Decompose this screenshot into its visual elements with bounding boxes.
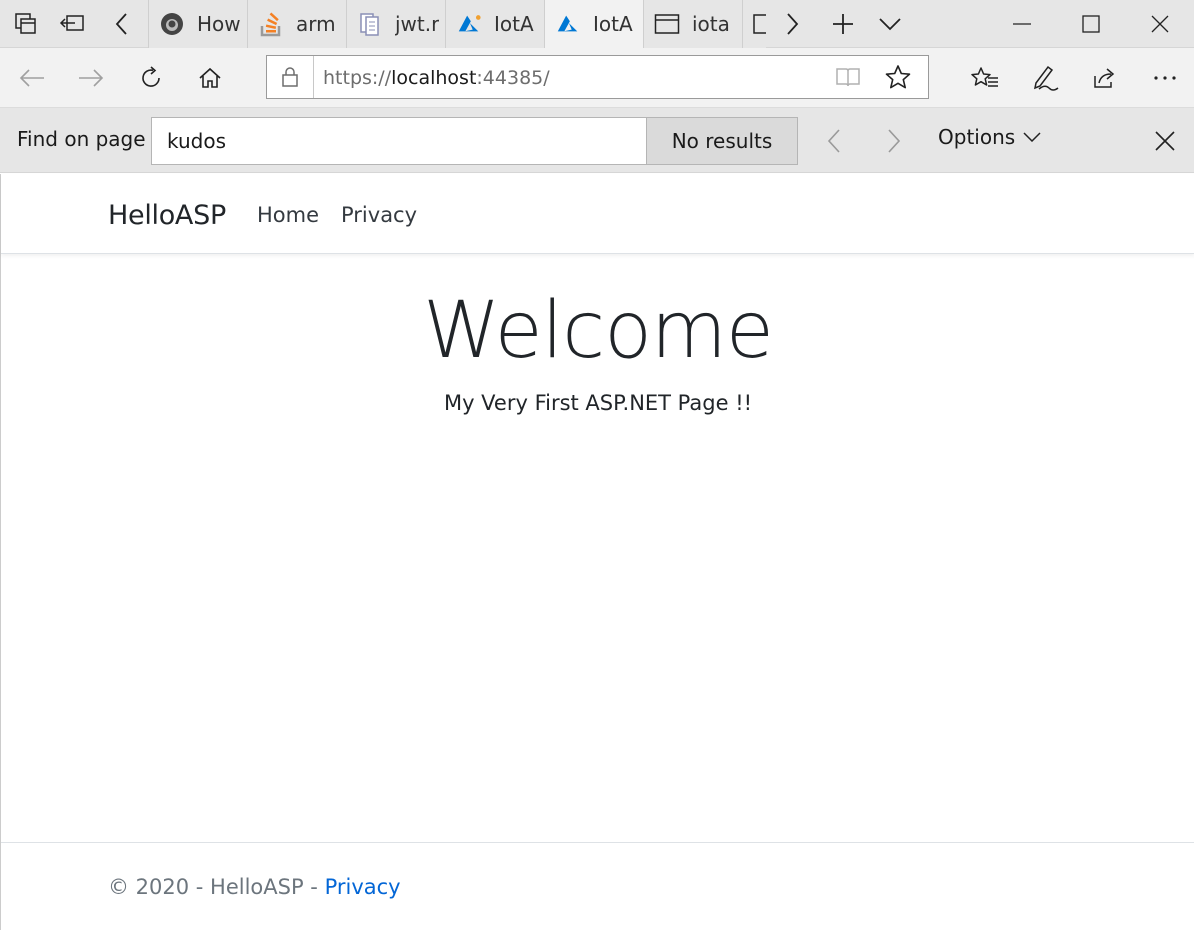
- tab-4[interactable]: IotA: [544, 0, 643, 48]
- tab-label: arm: [296, 12, 336, 36]
- azure-icon: [456, 11, 482, 37]
- find-label: Find on page: [17, 127, 146, 151]
- url-scheme: https://: [323, 67, 392, 89]
- url-text[interactable]: https://localhost:44385/: [323, 67, 550, 89]
- tab-label: IotA: [593, 12, 633, 36]
- web-page: HelloASP Home Privacy Welcome My Very Fi…: [0, 174, 1194, 930]
- azure-icon: [555, 11, 581, 37]
- favorites-hub-icon[interactable]: [960, 48, 1010, 108]
- scroll-tabs-left-icon[interactable]: [100, 0, 144, 48]
- tab-5[interactable]: iota: [643, 0, 742, 48]
- github-icon: [159, 11, 185, 37]
- find-input[interactable]: kudos: [151, 117, 647, 165]
- tab-0[interactable]: How: [148, 0, 247, 48]
- tab-preview-chevron-down-icon[interactable]: [868, 0, 912, 48]
- close-find-bar-icon[interactable]: [1143, 117, 1187, 165]
- find-on-page-bar: Find on page kudos No results Options: [0, 108, 1194, 173]
- minimize-icon[interactable]: [998, 0, 1046, 48]
- page-heading: Welcome: [423, 286, 774, 376]
- home-icon[interactable]: [185, 48, 235, 108]
- find-previous-icon[interactable]: [812, 117, 856, 165]
- stackoverflow-icon: [258, 11, 284, 37]
- nav-link-privacy[interactable]: Privacy: [341, 203, 417, 227]
- site-brand-link[interactable]: HelloASP: [108, 200, 226, 231]
- tab-strip: How arm jwt.r IotA IotA iota: [0, 0, 1194, 48]
- tab-1[interactable]: arm: [247, 0, 346, 48]
- find-options-label: Options: [938, 125, 1016, 149]
- favorite-star-icon[interactable]: [885, 64, 911, 90]
- footer-copyright: © 2020 - HelloASP -: [108, 875, 325, 899]
- window-icon: [654, 11, 680, 37]
- maximize-icon[interactable]: [1067, 0, 1115, 48]
- new-tab-icon[interactable]: [821, 0, 865, 48]
- address-bar-row: https://localhost:44385/: [0, 48, 1194, 108]
- nav-link-home[interactable]: Home: [257, 203, 319, 227]
- footer-text: © 2020 - HelloASP - Privacy: [108, 875, 401, 899]
- chevron-down-icon: [1023, 132, 1041, 142]
- refresh-icon[interactable]: [126, 48, 176, 108]
- reading-view-icon[interactable]: [835, 65, 861, 89]
- site-navbar: HelloASP Home Privacy: [1, 174, 1194, 254]
- address-field[interactable]: https://localhost:44385/: [266, 55, 929, 99]
- more-options-icon[interactable]: [1140, 48, 1190, 108]
- find-options-button[interactable]: Options: [938, 125, 1041, 149]
- footer-privacy-link[interactable]: Privacy: [325, 875, 401, 899]
- document-icon: [357, 11, 383, 37]
- page-subtitle: My Very First ASP.NET Page !!: [443, 391, 753, 415]
- share-icon[interactable]: [1079, 48, 1129, 108]
- find-results-count: No results: [647, 117, 798, 165]
- tab-2[interactable]: jwt.r: [346, 0, 445, 48]
- scroll-tabs-right-icon[interactable]: [770, 0, 814, 48]
- tab-label: iota: [692, 12, 730, 36]
- tab-3[interactable]: IotA: [445, 0, 544, 48]
- find-next-icon[interactable]: [872, 117, 916, 165]
- tab-label: jwt.r: [395, 12, 440, 36]
- url-port: :44385/: [476, 67, 550, 89]
- back-arrow-icon[interactable]: [7, 48, 57, 108]
- tab-label: IotA: [494, 12, 534, 36]
- lock-icon[interactable]: [267, 56, 314, 98]
- site-footer: © 2020 - HelloASP - Privacy: [1, 842, 1194, 930]
- window-icon: [753, 13, 766, 35]
- close-window-icon[interactable]: [1136, 0, 1184, 48]
- tab-overflow[interactable]: [742, 0, 766, 48]
- set-tabs-aside-icon[interactable]: [50, 0, 94, 48]
- web-notes-pen-icon[interactable]: [1020, 48, 1070, 108]
- tab-label: How: [197, 12, 241, 36]
- forward-arrow-icon[interactable]: [66, 48, 116, 108]
- url-host: localhost: [391, 67, 477, 89]
- tab-manager-icon[interactable]: [4, 0, 48, 48]
